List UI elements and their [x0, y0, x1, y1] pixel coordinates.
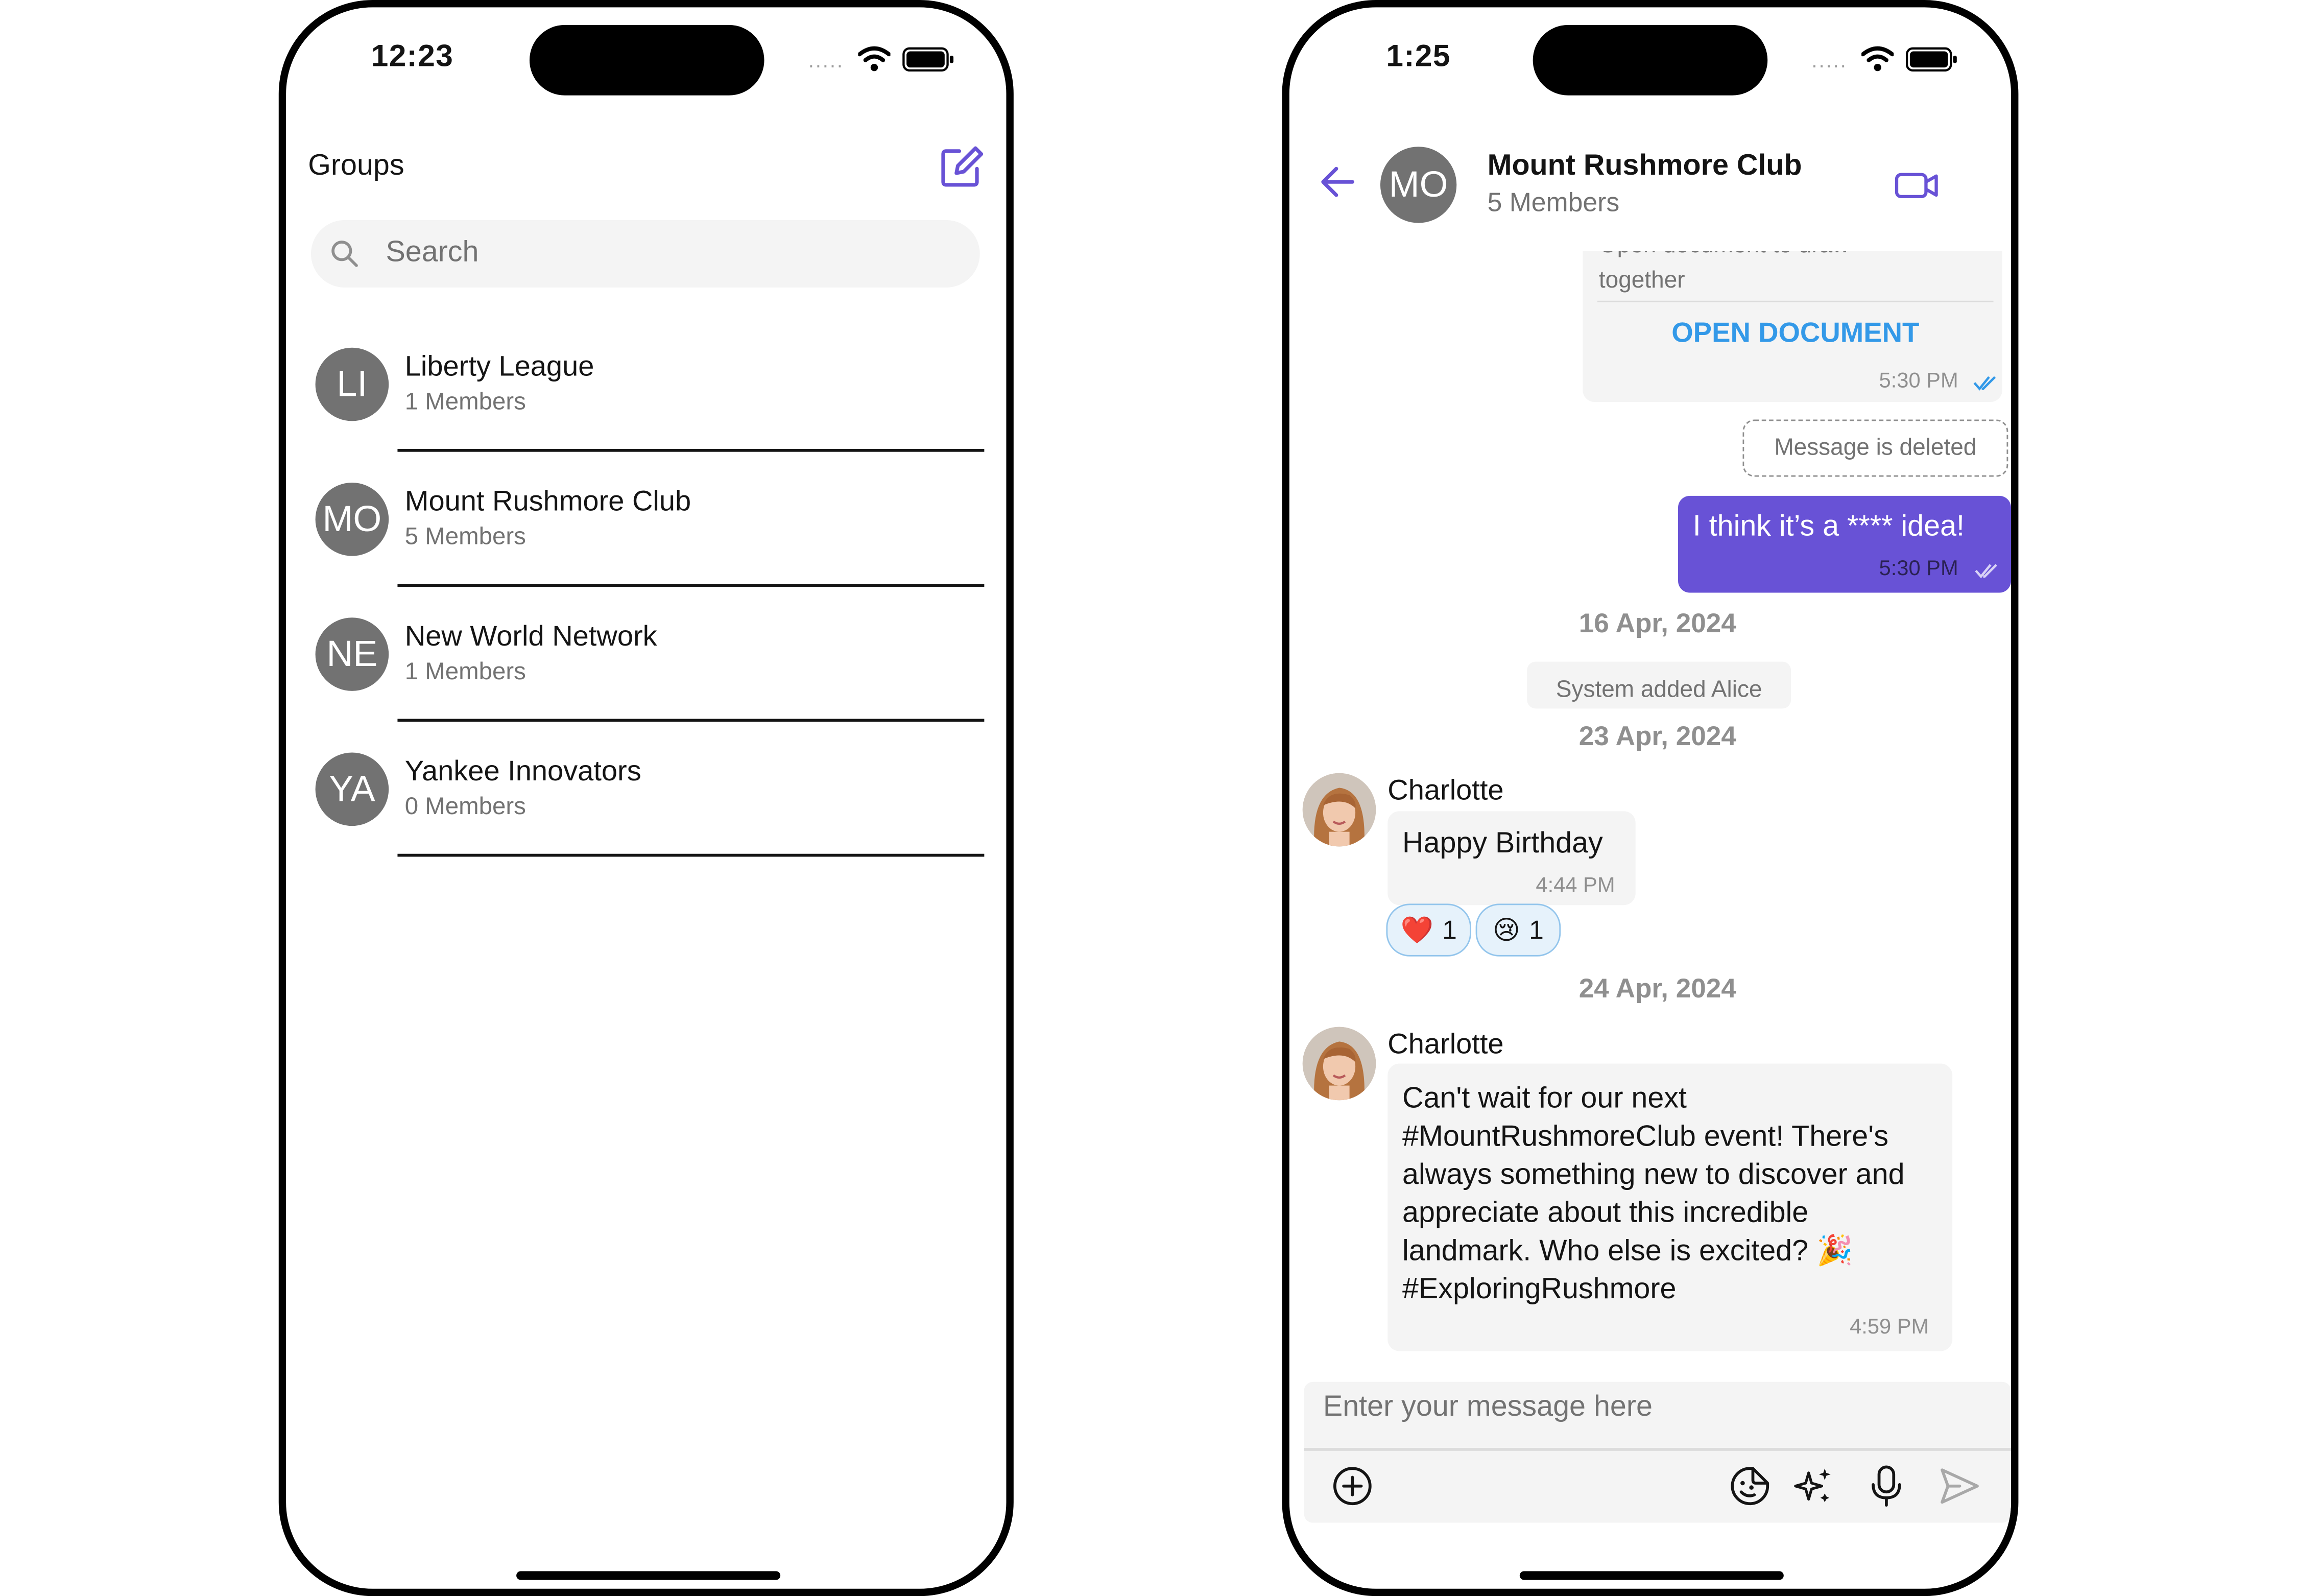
sender-avatar[interactable] [1302, 1027, 1376, 1101]
home-indicator[interactable] [1519, 1571, 1784, 1580]
group-name: New World Network [404, 621, 657, 653]
message-time: 4:59 PM [1850, 1316, 1929, 1340]
compose-icon[interactable] [937, 144, 984, 190]
groups-screen: 12:23 ..... Groups Search LI Liberty Lea… [278, 0, 1014, 1596]
search-bar[interactable]: Search [310, 220, 980, 288]
divider [397, 448, 985, 452]
avatar: MO [315, 483, 389, 556]
status-time: 1:25 [1386, 39, 1451, 74]
divider [397, 853, 985, 857]
battery-icon [902, 47, 954, 72]
dynamic-island [1533, 25, 1768, 96]
reaction-count: 1 [1529, 914, 1544, 944]
document-text: together [1598, 268, 1685, 294]
read-receipt-icon [1973, 376, 1996, 391]
list-item[interactable]: MO Mount Rushmore Club 5 Members [313, 480, 987, 588]
dynamic-island [529, 25, 764, 96]
microphone-icon[interactable] [1864, 1464, 1908, 1508]
message-text: I think it’s a **** idea! [1692, 510, 1965, 543]
avatar: YA [315, 752, 389, 826]
ai-sparkle-icon[interactable] [1791, 1464, 1835, 1508]
avatar: NE [315, 617, 389, 691]
video-call-icon[interactable] [1894, 167, 1941, 202]
date-separator: 24 Apr, 2024 [1578, 972, 1736, 1004]
battery-icon [1905, 47, 1957, 72]
group-name: Liberty League [404, 350, 594, 383]
group-name: Yankee Innovators [404, 755, 641, 788]
read-receipt-icon [1975, 564, 1997, 579]
date-separator: 23 Apr, 2024 [1578, 720, 1736, 751]
sender-name: Charlotte [1387, 1028, 1504, 1061]
sender-name: Charlotte [1387, 774, 1504, 807]
group-members: 5 Members [404, 523, 526, 551]
list-item[interactable]: LI Liberty League 1 Members [313, 345, 987, 454]
incoming-message[interactable]: Happy Birthday 4:44 PM [1387, 811, 1636, 906]
outgoing-message[interactable]: I think it’s a **** idea! 5:30 PM [1678, 495, 2012, 593]
search-placeholder: Search [386, 236, 479, 269]
search-icon [331, 241, 358, 267]
chat-title: Mount Rushmore Club [1487, 149, 1802, 182]
deleted-message: Message is deleted [1742, 419, 2008, 477]
avatar[interactable]: MO [1380, 147, 1457, 223]
message-list[interactable]: Open document to draw together OPEN DOCU… [1289, 251, 2012, 1360]
message-text: Can't wait for our next #MountRushmoreCl… [1402, 1082, 1905, 1306]
open-document-button[interactable]: OPEN DOCUMENT [1583, 318, 2008, 350]
date-separator: 16 Apr, 2024 [1578, 607, 1736, 638]
divider [1304, 1448, 2012, 1450]
chat-screen: 1:25 ..... MO Mount Rushmore Club 5 Memb… [1282, 0, 2019, 1596]
add-attachment-icon[interactable] [1330, 1464, 1374, 1508]
status-time: 12:23 [371, 39, 454, 74]
person-photo-icon [1302, 1027, 1376, 1101]
list-item[interactable]: YA Yankee Innovators 0 Members [313, 750, 987, 859]
message-composer: Enter your message here [1304, 1381, 2012, 1523]
home-indicator[interactable] [516, 1571, 781, 1580]
message-time: 5:30 PM [1879, 557, 1958, 581]
message-input[interactable]: Enter your message here [1323, 1391, 1653, 1424]
message-text: Happy Birthday [1402, 827, 1603, 860]
crying-emoji-icon: 😢 [1492, 914, 1520, 944]
list-item[interactable]: NE New World Network 1 Members [313, 615, 987, 724]
sender-avatar[interactable] [1302, 773, 1376, 847]
signal-dots: ..... [808, 48, 844, 72]
reaction-crying[interactable]: 😢 1 [1475, 903, 1561, 957]
document-card: Open document to draw together OPEN DOCU… [1583, 251, 2002, 402]
send-icon[interactable] [1937, 1464, 1981, 1508]
back-arrow-icon[interactable] [1319, 163, 1357, 201]
person-photo-icon [1302, 773, 1376, 847]
heart-emoji-icon: ❤️ [1400, 914, 1433, 944]
wifi-icon [858, 46, 891, 72]
group-name: Mount Rushmore Club [404, 485, 691, 518]
divider [397, 719, 985, 722]
group-members: 0 Members [404, 793, 526, 820]
wifi-icon [1861, 46, 1894, 72]
group-members: 1 Members [404, 658, 526, 685]
page-title: Groups [308, 149, 404, 182]
avatar: LI [315, 347, 389, 421]
reaction-heart[interactable]: ❤️ 1 [1386, 903, 1472, 957]
divider [1597, 300, 1994, 302]
message-time: 4:44 PM [1536, 874, 1615, 898]
system-message: System added Alice [1527, 661, 1791, 709]
incoming-message[interactable]: Can't wait for our next #MountRushmoreCl… [1387, 1063, 1953, 1351]
sticker-icon[interactable] [1728, 1464, 1772, 1508]
chat-subtitle: 5 Members [1487, 187, 1620, 218]
message-time: 5:30 PM [1879, 369, 1958, 393]
reaction-count: 1 [1442, 914, 1457, 944]
group-members: 1 Members [404, 389, 526, 415]
document-text-partial: Open document to draw [1599, 251, 1850, 259]
signal-dots: ..... [1811, 48, 1848, 72]
divider [397, 584, 985, 587]
